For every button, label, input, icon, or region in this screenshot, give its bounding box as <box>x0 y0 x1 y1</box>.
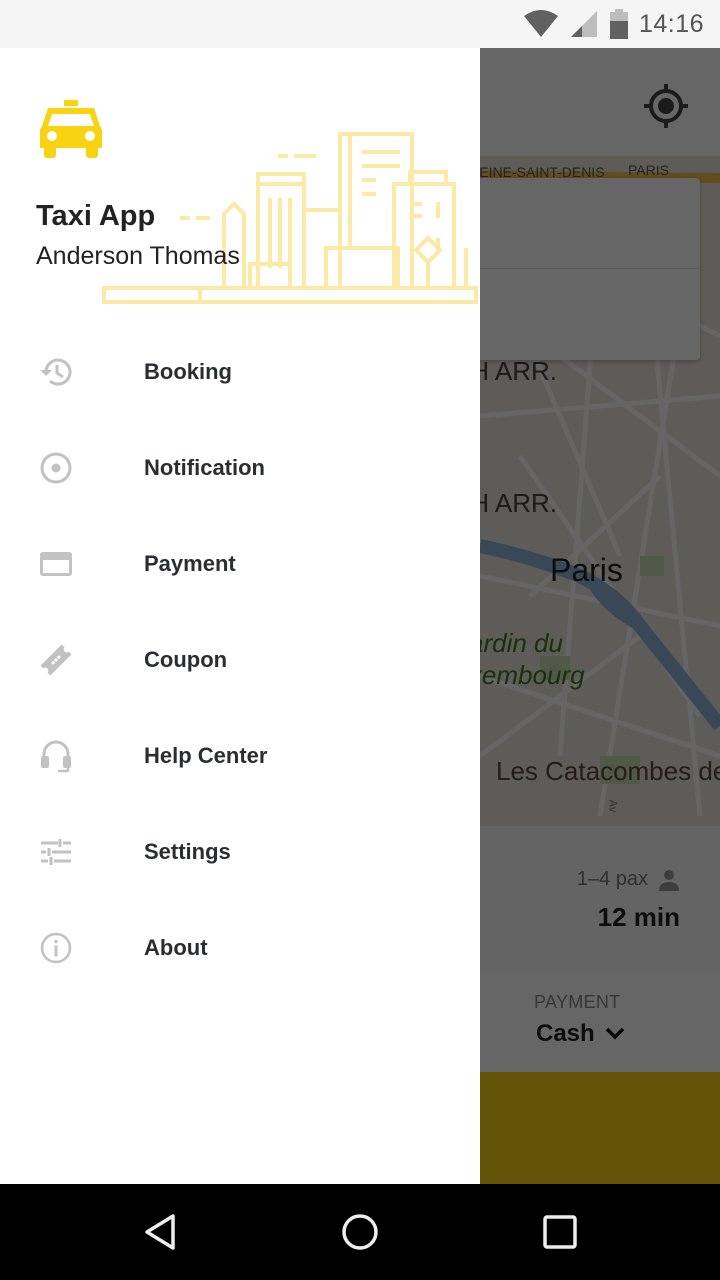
menu-label: Settings <box>144 839 231 864</box>
menu-item-booking[interactable]: Booking <box>0 324 480 420</box>
menu-label: Help Center <box>144 743 268 768</box>
ticket-icon <box>40 644 72 676</box>
drawer-menu: Booking Notification Payment Coupon Help… <box>0 324 480 996</box>
back-icon[interactable] <box>140 1212 180 1252</box>
radio-target-icon <box>40 452 72 484</box>
menu-label: Coupon <box>144 647 228 672</box>
status-time: 14:16 <box>638 9 704 38</box>
menu-item-notification[interactable]: Notification <box>0 420 480 516</box>
menu-label: About <box>144 935 208 960</box>
sliders-icon <box>41 839 71 865</box>
screen: 14:16 Taxi App Anderson Thomas Booking N… <box>0 0 720 1280</box>
menu-label: Payment <box>144 551 236 576</box>
history-icon <box>40 358 72 386</box>
headset-icon <box>41 740 71 773</box>
drawer-header: Taxi App Anderson Thomas <box>0 48 480 318</box>
menu-label: Booking <box>144 359 232 384</box>
navigation-drawer: Taxi App Anderson Thomas Booking Notific… <box>0 48 480 1184</box>
home-icon[interactable] <box>340 1212 380 1252</box>
wifi-icon <box>523 10 558 37</box>
user-name: Anderson Thomas <box>36 242 240 270</box>
taxi-icon <box>40 100 102 158</box>
status-bar: 14:16 <box>0 0 720 48</box>
recents-icon[interactable] <box>540 1212 580 1252</box>
credit-card-icon <box>40 552 72 576</box>
system-nav-bar <box>0 1184 720 1280</box>
menu-item-settings[interactable]: Settings <box>0 804 480 900</box>
menu-item-payment[interactable]: Payment <box>0 516 480 612</box>
city-skyline-illustration <box>102 132 478 304</box>
app-title: Taxi App <box>36 200 156 232</box>
menu-item-about[interactable]: About <box>0 900 480 996</box>
cell-signal-icon <box>570 11 597 37</box>
menu-item-help-center[interactable]: Help Center <box>0 708 480 804</box>
battery-icon <box>609 9 628 39</box>
info-icon <box>40 932 72 964</box>
menu-label: Notification <box>144 455 265 480</box>
menu-item-coupon[interactable]: Coupon <box>0 612 480 708</box>
